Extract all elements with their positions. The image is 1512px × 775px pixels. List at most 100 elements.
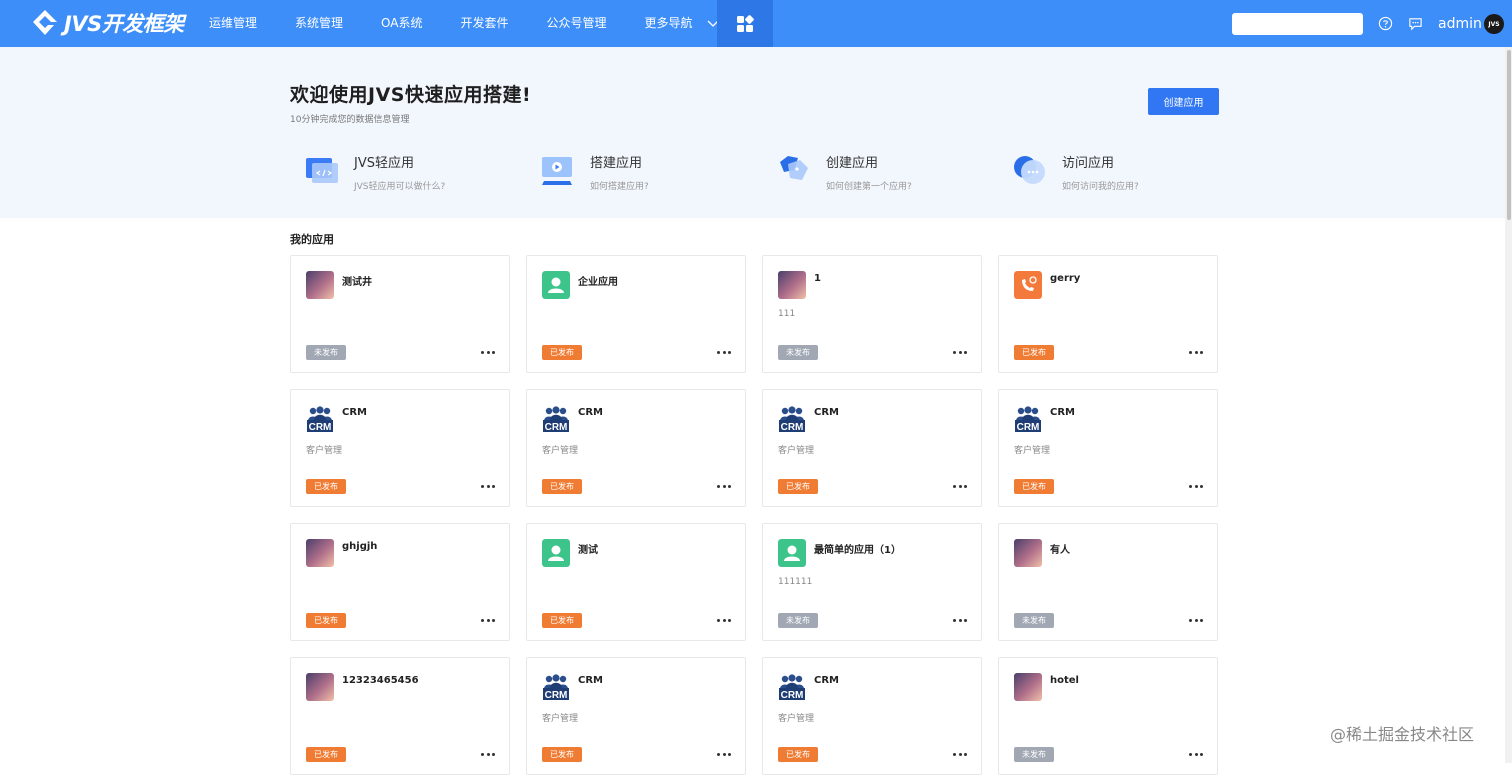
guide-desc: JVS轻应用可以做什么? [354, 182, 446, 192]
more-options-icon[interactable] [481, 483, 495, 489]
crm-icon: CRM [542, 673, 570, 701]
create-app-button[interactable]: 创建应用 [1148, 88, 1219, 115]
status-badge: 未发布 [778, 613, 818, 628]
app-name: CRM [578, 675, 603, 686]
app-description: 客户管理 [542, 714, 579, 724]
more-options-icon[interactable] [717, 483, 731, 489]
more-options-icon[interactable] [953, 617, 967, 623]
nav-item-wechat[interactable]: 公众号管理 [528, 0, 626, 47]
top-navbar: JVS开发框架 运维管理 系统管理 OA系统 开发套件 公众号管理 更多导航 a… [0, 0, 1512, 47]
more-options-icon[interactable] [953, 349, 967, 355]
search-input[interactable] [1232, 13, 1363, 35]
nav-item-devkit[interactable]: 开发套件 [441, 0, 527, 47]
crm-icon: CRM [542, 405, 570, 433]
nav-item-label: 更多导航 [644, 16, 693, 30]
nav-item-ops[interactable]: 运维管理 [190, 0, 276, 47]
more-options-icon[interactable] [481, 617, 495, 623]
app-name: 企业应用 [578, 277, 618, 288]
message-icon[interactable] [1408, 16, 1423, 31]
status-badge: 已发布 [306, 613, 346, 628]
more-options-icon[interactable] [1189, 751, 1203, 757]
user-green-icon [542, 271, 570, 299]
app-name: 1 [814, 273, 821, 284]
app-card[interactable]: 最简单的应用（1） 111111 未发布 [762, 523, 982, 641]
crm-icon: CRM [778, 405, 806, 433]
avatar[interactable]: JVS [1484, 14, 1504, 34]
svg-text:CRM: CRM [781, 422, 804, 433]
apps-grid-button[interactable] [717, 0, 773, 47]
monitor-code-icon [306, 158, 338, 183]
crm-icon: CRM [1014, 405, 1042, 433]
guide-title: 创建应用 [826, 156, 879, 171]
nav-item-oa[interactable]: OA系统 [362, 0, 441, 47]
app-name: 最简单的应用（1） [814, 545, 901, 556]
nav-item-label: 公众号管理 [546, 16, 607, 30]
more-options-icon[interactable] [953, 483, 967, 489]
chat-bubble-icon [1014, 156, 1045, 184]
logo-icon [33, 10, 57, 35]
guide-desc: 如何访问我的应用? [1062, 182, 1139, 192]
app-name: CRM [1050, 407, 1075, 418]
app-name: 测试 [578, 545, 598, 556]
more-options-icon[interactable] [481, 349, 495, 355]
gradient-icon [1014, 539, 1042, 567]
app-name: hotel [1050, 675, 1079, 686]
cube-icon [780, 156, 808, 180]
app-card[interactable]: 测试井未发布 [290, 255, 510, 373]
status-badge: 已发布 [306, 747, 346, 762]
app-card[interactable]: CRM CRM 客户管理 已发布 [762, 657, 982, 775]
crm-icon: CRM [306, 405, 334, 433]
apps-grid-icon [737, 14, 754, 32]
user-green-icon [778, 539, 806, 567]
status-badge: 未发布 [1014, 747, 1054, 762]
app-card[interactable]: 1 111 未发布 [762, 255, 982, 373]
app-card[interactable]: gerry 已发布 [998, 255, 1218, 373]
app-name: 12323465456 [342, 675, 419, 686]
help-icon[interactable] [1378, 16, 1393, 31]
app-card[interactable]: 企业应用 已发布 [526, 255, 746, 373]
logo[interactable]: JVS开发框架 [30, 8, 184, 38]
more-options-icon[interactable] [481, 751, 495, 757]
guide-title: 访问应用 [1062, 156, 1115, 171]
more-options-icon[interactable] [953, 751, 967, 757]
more-options-icon[interactable] [717, 751, 731, 757]
status-badge: 已发布 [1014, 345, 1054, 360]
status-badge: 已发布 [542, 479, 582, 494]
status-badge: 未发布 [306, 345, 346, 360]
nav-item-system[interactable]: 系统管理 [276, 0, 362, 47]
status-badge: 未发布 [778, 345, 818, 360]
app-description: 客户管理 [306, 446, 343, 456]
scrollbar-thumb[interactable] [1507, 50, 1511, 220]
app-description: 客户管理 [778, 714, 815, 724]
app-card[interactable]: CRM CRM 客户管理 已发布 [290, 389, 510, 507]
video-screen-icon [542, 157, 572, 185]
more-options-icon[interactable] [1189, 617, 1203, 623]
app-card[interactable]: CRM CRM 客户管理 已发布 [762, 389, 982, 507]
app-card[interactable]: CRM CRM 客户管理 已发布 [526, 389, 746, 507]
phone-orange-icon [1014, 271, 1042, 299]
more-options-icon[interactable] [1189, 483, 1203, 489]
guide-title: 搭建应用 [590, 156, 643, 171]
status-badge: 已发布 [778, 747, 818, 762]
crm-icon: CRM [778, 673, 806, 701]
username[interactable]: admin [1438, 16, 1482, 32]
app-card[interactable]: 12323465456 已发布 [290, 657, 510, 775]
app-card[interactable]: CRM CRM 客户管理 已发布 [526, 657, 746, 775]
nav-item-label: 运维管理 [209, 16, 258, 30]
app-card[interactable]: hotel 未发布 [998, 657, 1218, 775]
more-options-icon[interactable] [717, 617, 731, 623]
app-card[interactable]: CRM CRM 客户管理 已发布 [998, 389, 1218, 507]
more-options-icon[interactable] [717, 349, 731, 355]
page-title: 欢迎使用JVS快速应用搭建! [290, 84, 532, 106]
status-badge: 已发布 [1014, 479, 1054, 494]
watermark: @稀土掘金技术社区 [1330, 725, 1475, 744]
gradient-icon [306, 271, 334, 299]
guide-title: JVS轻应用 [354, 156, 414, 171]
more-options-icon[interactable] [1189, 349, 1203, 355]
app-name: 测试井 [342, 277, 372, 288]
app-card[interactable]: 有人 未发布 [998, 523, 1218, 641]
guide-desc: 如何创建第一个应用? [826, 182, 912, 192]
app-card[interactable]: ghjgjh 已发布 [290, 523, 510, 641]
app-card[interactable]: 测试 已发布 [526, 523, 746, 641]
nav-item-label: 开发套件 [460, 16, 509, 30]
